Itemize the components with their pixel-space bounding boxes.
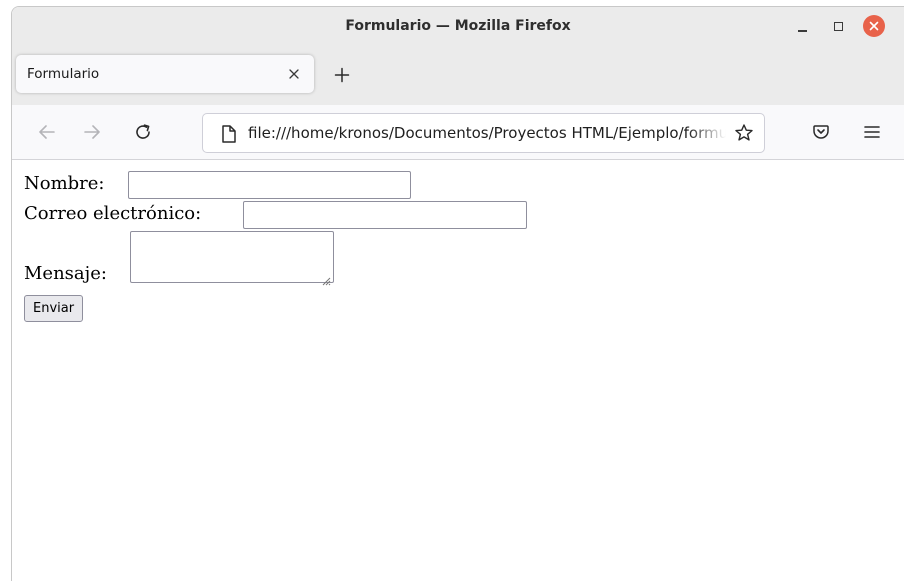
minimize-icon [797, 30, 807, 32]
url-bar[interactable]: file:///home/kronos/Documentos/Proyectos… [202, 113, 765, 153]
page-icon [220, 124, 238, 144]
bookmark-star-icon[interactable] [734, 123, 754, 143]
message-label: Mensaje: [24, 263, 107, 284]
message-row: Mensaje: [24, 263, 107, 284]
resize-grip-icon[interactable] [321, 270, 331, 286]
new-tab-plus-icon[interactable] [330, 63, 354, 87]
back-arrow-icon[interactable] [34, 119, 60, 145]
menu-icon[interactable] [859, 119, 885, 145]
name-label: Nombre: [24, 173, 105, 194]
url-text: file:///home/kronos/Documentos/Proyectos… [248, 124, 726, 142]
window-controls [784, 7, 892, 45]
minimize-button[interactable] [784, 7, 820, 45]
name-row: Nombre: [24, 173, 105, 194]
maximize-button[interactable] [820, 7, 856, 45]
title-bar: Formulario — Mozilla Firefox [12, 7, 904, 45]
tab-close-icon[interactable] [284, 64, 304, 84]
window-title: Formulario — Mozilla Firefox [345, 18, 571, 34]
close-icon [863, 15, 885, 37]
tab-formulario[interactable]: Formulario [16, 55, 314, 93]
reload-icon[interactable] [130, 119, 156, 145]
email-input[interactable] [243, 201, 527, 229]
navigation-toolbar: file:///home/kronos/Documentos/Proyectos… [12, 105, 904, 160]
pocket-icon[interactable] [808, 119, 834, 145]
tab-label: Formulario [27, 66, 100, 82]
tab-strip: Formulario [12, 45, 904, 105]
email-row: Correo electrónico: [24, 203, 201, 224]
page-content: Nombre: Correo electrónico: Mensaje: Env… [12, 161, 904, 581]
close-window-button[interactable] [856, 7, 892, 45]
submit-button[interactable]: Enviar [24, 295, 84, 322]
email-label: Correo electrónico: [24, 203, 202, 224]
message-textarea[interactable] [130, 231, 334, 286]
browser-window: Formulario — Mozilla Firefox Formulario [11, 6, 904, 581]
maximize-icon [833, 21, 843, 31]
forward-arrow-icon[interactable] [79, 119, 105, 145]
name-input[interactable] [128, 171, 411, 199]
